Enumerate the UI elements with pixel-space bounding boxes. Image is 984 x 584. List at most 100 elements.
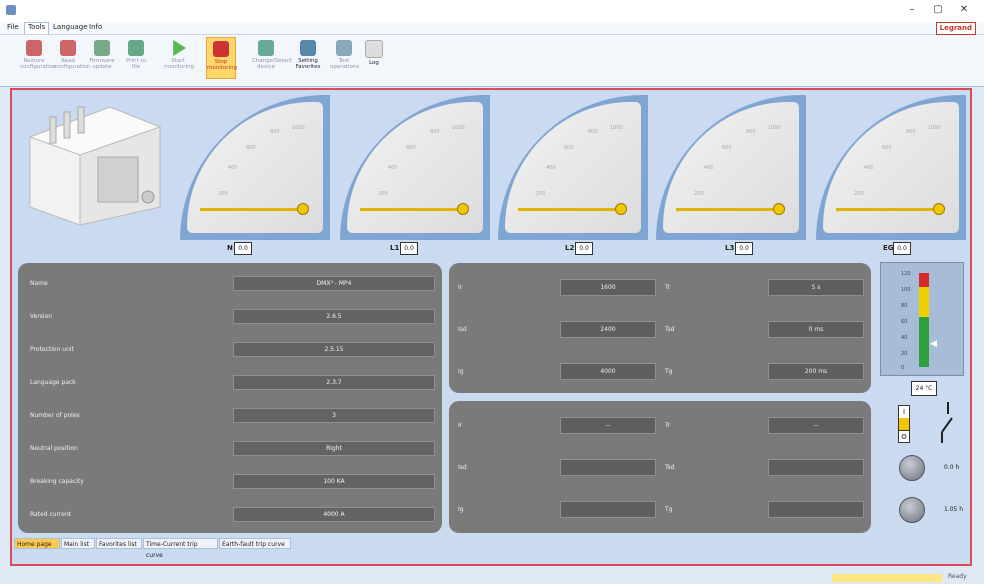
setting-label: Ir	[458, 422, 463, 429]
lamp-1-label: 0.0 h	[944, 464, 960, 471]
close-button[interactable]: ✕	[952, 3, 976, 17]
status-progress	[832, 574, 942, 582]
gauge-scale-label: 400	[864, 165, 874, 171]
read-configuration-button[interactable]: Read configuration	[54, 37, 90, 77]
info-value: 2.6.5	[233, 309, 435, 324]
gauge-knob	[933, 203, 945, 215]
lamp-2-label: 1.05 h	[944, 506, 964, 513]
firmware-icon	[94, 40, 110, 56]
setting-value	[768, 501, 864, 518]
gauge-scale-label: 400	[228, 165, 238, 171]
temp-bar-red	[919, 273, 929, 287]
gauge-value: 0.0	[893, 242, 911, 255]
gauge-scale-label: 200	[854, 191, 864, 197]
info-label: Version	[30, 313, 53, 320]
gauge-scale-label: 800	[906, 129, 916, 135]
gauge-scale-label: 1000	[768, 125, 781, 131]
temperature-value: 24 °C	[911, 381, 937, 396]
setting-value	[560, 459, 656, 476]
gauge-scale-label: 800	[746, 129, 756, 135]
state-on-label: I	[902, 408, 906, 416]
setting-value: 0 ms	[768, 321, 864, 338]
gauge-scale-label: 600	[882, 145, 892, 151]
setting-label: Ig	[458, 368, 464, 375]
breaker-illustration	[28, 106, 162, 226]
setting-value: 5 s	[768, 279, 864, 296]
setting-label: Tr	[665, 284, 671, 291]
gauge-needle	[518, 208, 626, 211]
gauge-scale-label: 200	[694, 191, 704, 197]
gauge-knob	[457, 203, 469, 215]
gauge-name-label: EG	[883, 244, 894, 252]
gauge-scale-label: 1000	[610, 125, 623, 131]
gauge-eg: 200 400 600 800 1000	[816, 95, 966, 240]
gauge-value: 0.0	[575, 242, 593, 255]
info-label: Rated current	[30, 511, 72, 518]
favorites-icon	[300, 40, 316, 56]
info-label: Language pack	[30, 379, 76, 386]
setting-value	[768, 459, 864, 476]
gauge-scale-label: 800	[588, 129, 598, 135]
temp-tick: 60	[901, 319, 908, 325]
gauge-scale-label: 1000	[452, 125, 465, 131]
gauge-l2: 200 400 600 800 1000	[498, 95, 648, 240]
gauge-scale-label: 400	[388, 165, 398, 171]
info-value: 2.3.7	[233, 375, 435, 390]
stop-monitoring-button[interactable]: Stop monitoring	[206, 37, 237, 79]
tab-favorites-list[interactable]: Favorites list	[96, 538, 142, 549]
log-icon	[365, 40, 383, 58]
temp-bar-yellow	[919, 287, 929, 317]
info-label: Number of poles	[30, 412, 80, 419]
menu-info[interactable]: Info	[86, 23, 105, 31]
test-operations-button[interactable]: Test operations	[330, 37, 359, 77]
setting-favorites-button[interactable]: Setting Favorites	[294, 37, 322, 77]
tab-main-list[interactable]: Main list	[61, 538, 95, 549]
firmware-update-button[interactable]: Firmware update	[88, 37, 116, 77]
minimize-button[interactable]: –	[900, 3, 924, 17]
setting-label: Isd	[458, 326, 467, 333]
gauge-scale-label: 600	[722, 145, 732, 151]
brand-logo: Legrand	[935, 22, 976, 35]
menu-language[interactable]: Language	[50, 23, 91, 31]
start-monitoring-button[interactable]: Start monitoring	[164, 37, 194, 77]
gauge-name-label: L3	[725, 244, 735, 252]
setting-label: Tg	[665, 506, 673, 513]
maximize-button[interactable]: ▢	[926, 3, 950, 17]
gauge-scale-label: 400	[704, 165, 714, 171]
stop-icon	[213, 41, 229, 57]
gauge-value: 0.0	[234, 242, 252, 255]
app-icon	[6, 5, 16, 15]
gauge-needle	[836, 208, 944, 211]
tab-time-current-trip-curve[interactable]: Time-Current trip curve	[143, 538, 218, 559]
info-value: 2.5.15	[233, 342, 435, 357]
setting-value: 200 ms	[768, 363, 864, 380]
gauge-scale-label: 200	[378, 191, 388, 197]
setting-value: --	[768, 417, 864, 434]
setting-value: 4000	[560, 363, 656, 380]
temp-tick: 100	[901, 287, 911, 293]
restore-configuration-button[interactable]: Restore configuration	[20, 37, 56, 77]
setting-label: Isd	[458, 464, 467, 471]
device-info-panel	[18, 263, 442, 533]
indicator-lamp-2	[899, 497, 925, 523]
setting-value: --	[560, 417, 656, 434]
info-value: DMX³ - MP4	[233, 276, 435, 291]
tab-home-page[interactable]: Home page	[14, 538, 60, 549]
setting-label: Tr	[665, 422, 671, 429]
menu-tools[interactable]: Tools	[24, 22, 50, 34]
log-button[interactable]: Log	[360, 37, 388, 77]
menu-bar: File Tools Language Info Legrand	[0, 22, 984, 35]
gauge-scale-label: 1000	[928, 125, 941, 131]
setting-label: Ig	[458, 506, 464, 513]
ribbon-toolbar: Restore configuration Read configuration…	[0, 35, 984, 87]
gauge-name-label: L1	[390, 244, 400, 252]
gauge-needle	[676, 208, 784, 211]
change-device-button[interactable]: Change/Select device	[252, 37, 292, 77]
menu-file[interactable]: File	[4, 23, 22, 31]
gauge-knob	[297, 203, 309, 215]
gauge-scale-label: 800	[430, 129, 440, 135]
tab-earth-fault-trip-curve[interactable]: Earth-fault trip curve	[219, 538, 291, 549]
info-label: Breaking capacity	[30, 478, 84, 485]
setting-value: 2400	[560, 321, 656, 338]
print-to-file-button[interactable]: Print to file	[122, 37, 150, 77]
